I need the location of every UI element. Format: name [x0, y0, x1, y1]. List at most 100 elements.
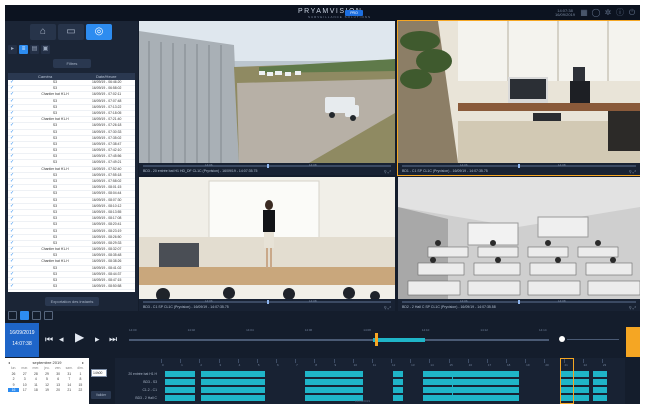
recording-block[interactable]: [201, 371, 265, 377]
row-check-icon[interactable]: ✓: [10, 135, 14, 141]
calendar-day[interactable]: 31: [64, 372, 75, 376]
recording-block[interactable]: [305, 387, 363, 393]
calendar-day[interactable]: 9: [8, 383, 19, 387]
row-check-icon[interactable]: ✓: [10, 123, 14, 128]
row-check-icon[interactable]: ✓: [10, 234, 14, 240]
recording-block[interactable]: [593, 395, 607, 401]
calendar-day[interactable]: 28: [30, 372, 41, 376]
calendar-day[interactable]: 12: [41, 383, 52, 387]
live-mode-button[interactable]: ▭: [58, 24, 84, 40]
row-check-icon[interactable]: ✓: [10, 284, 14, 289]
step-forward-button[interactable]: ▸: [95, 335, 100, 344]
recording-block[interactable]: [165, 395, 195, 401]
row-check-icon[interactable]: ✓: [10, 129, 14, 135]
calendar-day[interactable]: 14: [64, 383, 75, 387]
recording-block[interactable]: [423, 371, 519, 377]
skip-forward-button[interactable]: ⏭: [109, 335, 117, 344]
layout-1x1-icon[interactable]: [8, 311, 17, 320]
calendar-day[interactable]: 27: [19, 372, 30, 376]
layout-3x3-icon[interactable]: [32, 311, 41, 320]
calendar-day[interactable]: 10: [19, 383, 30, 387]
timeline-row[interactable]: C1.2 - C1: [115, 386, 625, 394]
tile-2-position[interactable]: [518, 164, 520, 168]
list-sub-button[interactable]: ≡: [19, 45, 28, 54]
video-tile-1[interactable]: 14:06 14:08 BD3 - 20 entrée bat H1 HD_DF…: [139, 21, 395, 175]
recording-block[interactable]: [201, 379, 265, 385]
calendar-day[interactable]: 13: [53, 383, 64, 387]
recording-block[interactable]: [305, 371, 363, 377]
calendar-day[interactable]: 16: [8, 388, 20, 392]
row-check-icon[interactable]: ✓: [10, 203, 14, 209]
recording-block[interactable]: [165, 371, 195, 377]
calendar-day[interactable]: 20: [53, 388, 64, 392]
row-check-icon[interactable]: ✓: [10, 160, 14, 165]
row-check-icon[interactable]: ✓: [10, 228, 14, 234]
play-button[interactable]: ▶: [75, 331, 84, 343]
calendar-day[interactable]: 3: [19, 377, 30, 381]
home-mode-button[interactable]: ⌂: [30, 24, 56, 40]
calendar-day[interactable]: 22: [75, 388, 86, 392]
column-camera[interactable]: Caméra: [38, 73, 52, 80]
layout-2x2-icon[interactable]: [20, 311, 29, 320]
tile-4-tools-icon[interactable]: ⚲ ⤢: [629, 305, 636, 310]
tile-3-position[interactable]: [267, 300, 269, 304]
calendar-day[interactable]: 6: [53, 377, 64, 381]
recording-block[interactable]: [201, 387, 265, 393]
playbar-track[interactable]: [129, 339, 549, 341]
playback-mode-button[interactable]: ◎: [86, 24, 112, 40]
recording-block[interactable]: [165, 379, 195, 385]
recording-block[interactable]: [423, 395, 519, 401]
row-check-icon[interactable]: ✓: [10, 191, 14, 196]
calendar-day[interactable]: 17: [19, 388, 30, 392]
calendar-day[interactable]: 15: [75, 383, 86, 387]
row-check-icon[interactable]: ✓: [10, 98, 14, 104]
row-check-icon[interactable]: ✓: [10, 265, 14, 271]
calendar-day[interactable]: 5: [41, 377, 52, 381]
calendar-day[interactable]: 4: [30, 377, 41, 381]
row-check-icon[interactable]: ✓: [10, 104, 14, 110]
save-sub-button[interactable]: ▣: [41, 45, 50, 54]
speed-slider-track[interactable]: [567, 339, 619, 340]
tile-2-tools-icon[interactable]: ⚲ ⤢: [629, 169, 636, 174]
calendar-day[interactable]: 1: [75, 372, 86, 376]
recording-block[interactable]: [393, 379, 403, 385]
recording-block[interactable]: [593, 371, 607, 377]
calendar-day[interactable]: 30: [53, 372, 64, 376]
playback-bar[interactable]: 14:00 14:02 14:04 14:06 14:08 14:10 14:12 14:14: [129, 327, 624, 351]
grid-icon[interactable]: ▦: [579, 8, 589, 18]
calendar-day[interactable]: 29: [41, 372, 52, 376]
export-button[interactable]: Exportation des instants: [45, 297, 99, 306]
video-sub-button[interactable]: ▸: [8, 45, 17, 54]
info-icon[interactable]: ⓘ: [615, 8, 625, 18]
timeline-row[interactable]: 20 entrée bat H1 H: [115, 370, 625, 378]
hour-select[interactable]: 14h00: [91, 369, 107, 377]
row-check-icon[interactable]: ✓: [10, 166, 14, 172]
video-tile-2[interactable]: 14:06 14:08 BD1 - C1 SP CL1C (Pryvision)…: [397, 20, 640, 176]
power-icon[interactable]: ⏻: [627, 8, 637, 18]
timeline-cursor[interactable]: [560, 358, 574, 404]
sync-toggle[interactable]: [626, 327, 640, 357]
row-check-icon[interactable]: ✓: [10, 259, 14, 264]
settings-icon[interactable]: ✲: [603, 8, 613, 18]
event-list[interactable]: ✓ S3 16/09/19 - 06:46:20 ✓ S3 16/09/19 - 06:5…: [8, 80, 135, 292]
recording-block[interactable]: [593, 379, 607, 385]
calendar-day[interactable]: 21: [64, 388, 75, 392]
recording-block[interactable]: [201, 395, 265, 401]
speed-slider-knob[interactable]: [559, 336, 565, 342]
recording-block[interactable]: [393, 387, 403, 393]
timeline[interactable]: 0 1 2 3 4 5 6 7 8 9 10 11 12 13 14 15 16 17 18 19 20 21 22 23 2…: [115, 358, 625, 404]
user-icon[interactable]: ◯: [591, 8, 601, 18]
calendar-day[interactable]: 7: [64, 377, 75, 381]
layout-4x4-icon[interactable]: [44, 311, 53, 320]
calendar-day[interactable]: 2: [8, 377, 19, 381]
row-check-icon[interactable]: ✓: [10, 197, 14, 203]
video-tile-3[interactable]: 14:06 14:08 BD3 - C1 SP CL1C (Pryvision)…: [139, 177, 395, 311]
calendar-day[interactable]: 26: [8, 372, 19, 376]
tile-4-position[interactable]: [518, 300, 520, 304]
skip-back-button[interactable]: ⏮: [45, 335, 53, 344]
video-tile-4[interactable]: 14:06 14:08 BD2 - 2 Hall C SP CL1C (Pryv…: [398, 177, 640, 311]
tile-1-tools-icon[interactable]: ⚲ ⤢: [384, 169, 391, 174]
list-item[interactable]: ✓ S3 16/09/19 - 08:50:58: [8, 284, 135, 291]
row-check-icon[interactable]: ✓: [10, 92, 14, 97]
calendar-day[interactable]: 18: [30, 388, 41, 392]
